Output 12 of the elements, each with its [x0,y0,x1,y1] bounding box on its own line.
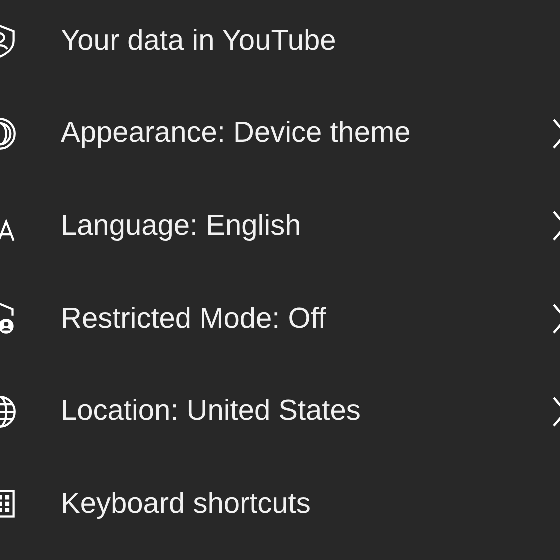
settings-label: Appearance: Device theme [61,117,412,150]
settings-item[interactable]: Language: English [0,180,560,273]
settings-item[interactable]: Your data in YouTube [0,0,560,88]
settings-item[interactable]: Appearance: Device theme [0,88,560,180]
settings-label: Restricted Mode: Off [61,302,328,336]
settings-label: Your data in YouTube [61,24,338,58]
settings-item[interactable]: Location: United States [0,365,560,458]
settings-label: Location: United States [61,395,362,428]
settings-label: Language: English [61,210,302,243]
settings-item[interactable]: Restricted Mode: Off [0,272,560,366]
settings-label: Keyboard shortcuts [61,488,312,521]
settings-item[interactable]: Keyboard shortcuts [0,458,560,551]
